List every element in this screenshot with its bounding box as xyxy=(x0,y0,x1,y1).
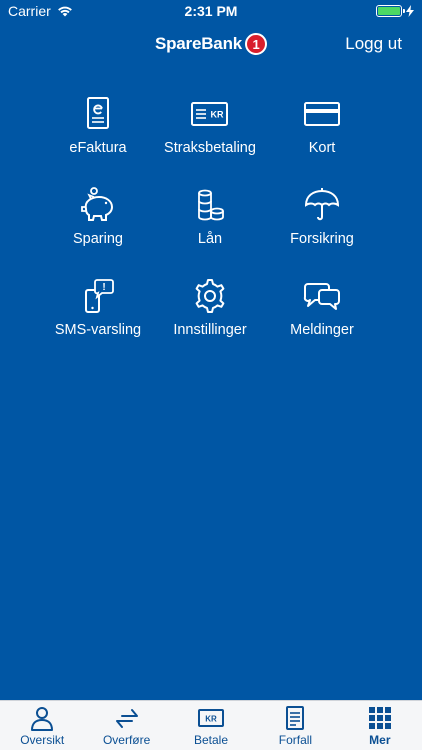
menu-item-kort[interactable]: Kort xyxy=(266,96,378,162)
tab-label: Mer xyxy=(369,733,391,747)
umbrella-icon xyxy=(304,188,340,221)
app-header: SpareBank 1 Logg ut xyxy=(0,22,422,66)
status-bar: Carrier 2:31 PM xyxy=(0,0,422,22)
logo-badge: 1 xyxy=(245,33,268,55)
kr-icon: KR xyxy=(198,709,225,727)
logout-button[interactable]: Logg ut xyxy=(345,34,402,54)
menu-item-efaktura[interactable]: eFaktura xyxy=(42,96,154,162)
piggy-bank-icon xyxy=(81,187,114,221)
tab-overfore[interactable]: Overføre xyxy=(84,701,168,750)
tab-label: Forfall xyxy=(278,733,313,747)
grid-icon xyxy=(368,707,391,729)
efaktura-icon xyxy=(87,97,109,129)
person-icon xyxy=(31,707,54,731)
menu-item-straksbetaling[interactable]: KR Straksbetaling xyxy=(154,96,266,162)
phone-alert-icon: ! xyxy=(85,279,114,313)
transfer-arrows-icon xyxy=(115,709,138,728)
svg-text:KR: KR xyxy=(211,110,224,120)
svg-text:KR: KR xyxy=(205,715,217,724)
tab-oversikt[interactable]: Oversikt xyxy=(0,701,84,750)
menu-item-sms-varsling[interactable]: ! SMS-varsling xyxy=(42,278,154,344)
menu-label: Sparing xyxy=(73,231,123,247)
menu-item-sparing[interactable]: Sparing xyxy=(42,187,154,253)
tab-forfall[interactable]: Forfall xyxy=(253,701,337,750)
sparebank-logo: SpareBank 1 xyxy=(154,33,268,55)
coins-icon xyxy=(198,189,224,221)
document-icon xyxy=(286,706,305,730)
menu-label: Straksbetaling xyxy=(164,140,256,156)
menu-label: Forsikring xyxy=(290,231,354,247)
menu-label: Meldinger xyxy=(290,322,354,338)
tab-label: Overføre xyxy=(102,733,151,747)
svg-text:!: ! xyxy=(102,282,105,293)
kr-card-icon: KR xyxy=(191,102,228,126)
menu-label: eFaktura xyxy=(69,140,127,156)
battery-icon xyxy=(376,5,405,17)
menu-item-lan[interactable]: Lån xyxy=(154,187,266,253)
card-icon xyxy=(304,102,340,126)
gear-icon xyxy=(195,279,225,313)
chat-bubbles-icon xyxy=(303,283,340,310)
menu-grid: eFaktura KR Straksbetaling Kort Sparing xyxy=(42,96,380,344)
menu-item-innstillinger[interactable]: Innstillinger xyxy=(154,278,266,344)
tab-betale[interactable]: KR Betale xyxy=(169,701,253,750)
tab-mer[interactable]: Mer xyxy=(338,701,422,750)
tab-label: Oversikt xyxy=(20,733,65,747)
menu-item-forsikring[interactable]: Forsikring xyxy=(266,187,378,253)
status-time: 2:31 PM xyxy=(184,3,238,19)
menu-label: Lån xyxy=(197,231,223,247)
menu-label: SMS-varsling xyxy=(54,322,142,338)
tab-label: Betale xyxy=(194,733,229,747)
menu-item-meldinger[interactable]: Meldinger xyxy=(266,278,378,344)
menu-label: Kort xyxy=(308,140,336,156)
menu-label: Innstillinger xyxy=(173,322,247,338)
tab-bar: Oversikt Overføre KR Betale Forfall Mer xyxy=(0,700,422,750)
logo-text: SpareBank xyxy=(154,34,243,53)
